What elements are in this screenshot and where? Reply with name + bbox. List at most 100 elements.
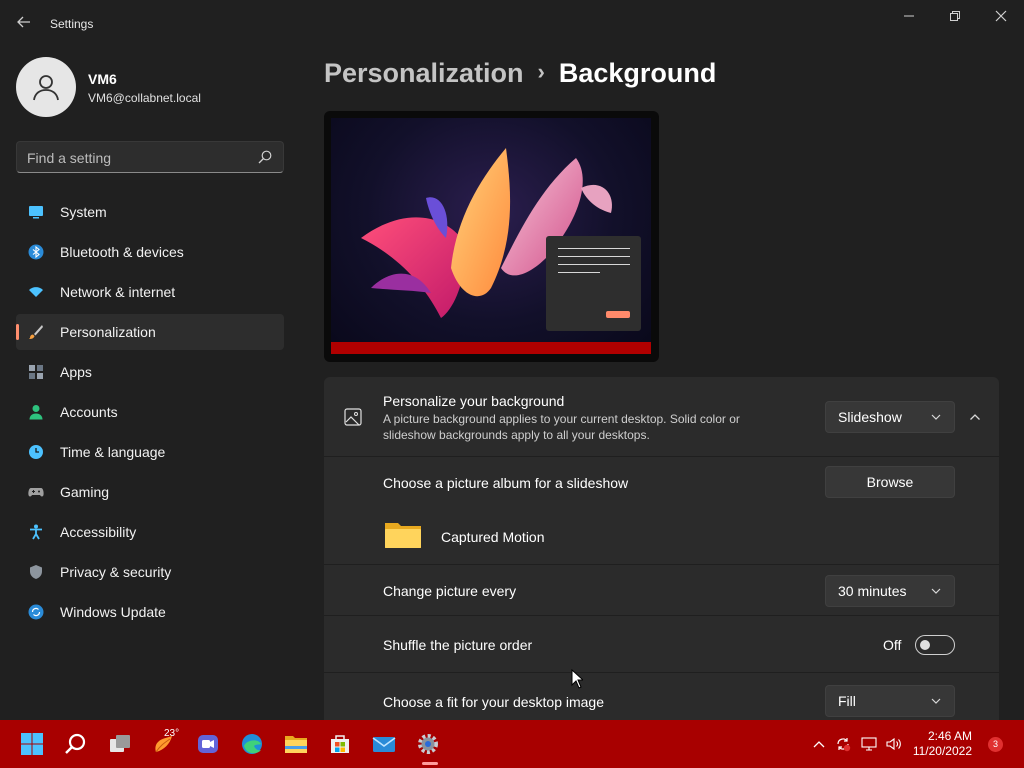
sidebar-item-label: Network & internet — [60, 284, 176, 300]
sidebar-item-label: Accessibility — [60, 524, 137, 540]
store-icon[interactable] — [324, 728, 356, 760]
sidebar-item-label: Apps — [60, 364, 92, 380]
user-name: VM6 — [88, 71, 117, 87]
shuffle-label: Shuffle the picture order — [383, 637, 533, 653]
window-title: Settings — [50, 17, 94, 31]
sidebar-item-system[interactable]: System — [16, 194, 284, 230]
browse-button[interactable]: Browse — [825, 466, 955, 498]
fit-dropdown[interactable]: Fill — [825, 685, 955, 717]
preview-window — [546, 236, 641, 331]
restore-icon[interactable] — [941, 6, 969, 28]
clock-globe-icon — [29, 445, 43, 459]
sidebar-item-privacy[interactable]: Privacy & security — [16, 554, 284, 590]
sidebar-item-label: Time & language — [60, 444, 166, 460]
windows-start-icon[interactable] — [16, 728, 48, 760]
interval-card: Change picture every 30 minutes — [324, 565, 999, 615]
sidebar-item-accounts[interactable]: Accounts — [16, 394, 284, 430]
collapse-button[interactable] — [963, 401, 987, 433]
weather-temperature: 23° — [164, 728, 180, 739]
taskbar-search-icon[interactable] — [60, 728, 92, 760]
background-type-dropdown[interactable]: Slideshow — [825, 401, 955, 433]
back-arrow-icon[interactable] — [14, 14, 34, 34]
sidebar-item-personalization[interactable]: Personalization — [16, 314, 284, 350]
shuffle-card: Shuffle the picture order Off — [324, 616, 999, 672]
active-app-indicator — [422, 762, 438, 765]
brush-icon — [29, 325, 43, 339]
breadcrumb-separator: › — [537, 59, 545, 84]
volume-icon[interactable] — [886, 736, 902, 752]
sidebar-item-label: Windows Update — [60, 604, 166, 620]
fit-value: Fill — [838, 693, 856, 709]
sidebar: VM6 VM6@collabnet.local Find a setting S… — [0, 48, 300, 720]
apps-icon — [29, 365, 43, 379]
sidebar-item-label: Privacy & security — [60, 564, 172, 580]
sidebar-item-gaming[interactable]: Gaming — [16, 474, 284, 510]
shield-icon — [30, 565, 42, 579]
wifi-icon — [29, 287, 43, 297]
sidebar-item-windows-update[interactable]: Windows Update — [16, 594, 284, 630]
notification-badge[interactable]: 3 — [988, 737, 1003, 752]
sidebar-item-network[interactable]: Network & internet — [16, 274, 284, 310]
sidebar-item-bluetooth[interactable]: Bluetooth & devices — [16, 234, 284, 270]
shuffle-state: Off — [883, 637, 902, 653]
sidebar-item-accessibility[interactable]: Accessibility — [16, 514, 284, 550]
breadcrumb: Personalization › Background — [324, 58, 716, 89]
update-icon — [28, 604, 44, 620]
sidebar-item-label: Accounts — [60, 404, 118, 420]
user-email: VM6@collabnet.local — [88, 91, 201, 105]
sidebar-item-label: Gaming — [60, 484, 110, 500]
shuffle-toggle[interactable] — [915, 635, 955, 655]
system-clock[interactable]: 2:46 AM 11/20/2022 — [904, 729, 972, 759]
gamepad-icon — [28, 488, 44, 497]
chevron-down-icon — [931, 588, 941, 594]
search-input[interactable]: Find a setting — [16, 141, 284, 173]
network-icon[interactable] — [861, 736, 877, 752]
person-icon — [33, 75, 59, 101]
settings-gear-icon[interactable] — [412, 728, 444, 760]
clock-time: 2:46 AM — [927, 729, 972, 743]
task-view-icon[interactable] — [104, 728, 136, 760]
interval-dropdown[interactable]: 30 minutes — [825, 575, 955, 607]
search-placeholder: Find a setting — [27, 150, 112, 166]
monitor-icon — [29, 206, 43, 219]
album-card: Choose a picture album for a slideshow B… — [324, 457, 999, 564]
edge-icon[interactable] — [236, 728, 268, 760]
close-icon[interactable] — [987, 6, 1015, 28]
preview-taskbar — [331, 342, 651, 354]
sidebar-item-time-language[interactable]: Time & language — [16, 434, 284, 470]
minimize-icon[interactable] — [895, 6, 923, 28]
sidebar-item-label: Bluetooth & devices — [60, 244, 184, 260]
chevron-up-icon — [970, 414, 980, 420]
teams-chat-icon[interactable] — [192, 728, 224, 760]
breadcrumb-parent[interactable]: Personalization — [324, 58, 524, 88]
background-type-title: Personalize your background — [383, 393, 565, 409]
clock-date: 11/20/2022 — [912, 744, 972, 758]
chevron-down-icon — [931, 414, 941, 420]
background-type-card: Personalize your background A picture ba… — [324, 377, 999, 456]
sync-icon[interactable] — [835, 736, 851, 752]
page-title: Background — [558, 58, 717, 88]
title-bar: Settings — [0, 0, 1024, 48]
image-icon — [344, 408, 362, 426]
search-icon[interactable] — [257, 149, 273, 165]
mouse-cursor-icon — [571, 669, 583, 689]
fit-label: Choose a fit for your desktop image — [383, 694, 605, 710]
album-label: Choose a picture album for a slideshow — [383, 475, 629, 491]
accessibility-icon — [30, 524, 42, 540]
taskbar: 23° 2:46 AM 11/20/2022 3 — [0, 720, 1024, 768]
interval-label: Change picture every — [383, 583, 517, 599]
preview-button — [606, 311, 630, 318]
album-name: Captured Motion — [441, 529, 545, 545]
desktop-preview — [324, 111, 659, 362]
chevron-down-icon — [931, 698, 941, 704]
bluetooth-icon — [28, 244, 44, 260]
file-explorer-icon[interactable] — [280, 728, 312, 760]
avatar[interactable] — [16, 57, 76, 117]
chevron-up-icon[interactable] — [811, 736, 827, 752]
toggle-knob — [920, 640, 930, 650]
fit-card: Choose a fit for your desktop image Fill — [324, 673, 999, 720]
mail-icon[interactable] — [368, 728, 400, 760]
interval-value: 30 minutes — [838, 583, 907, 599]
sidebar-item-apps[interactable]: Apps — [16, 354, 284, 390]
background-type-value: Slideshow — [838, 409, 902, 425]
